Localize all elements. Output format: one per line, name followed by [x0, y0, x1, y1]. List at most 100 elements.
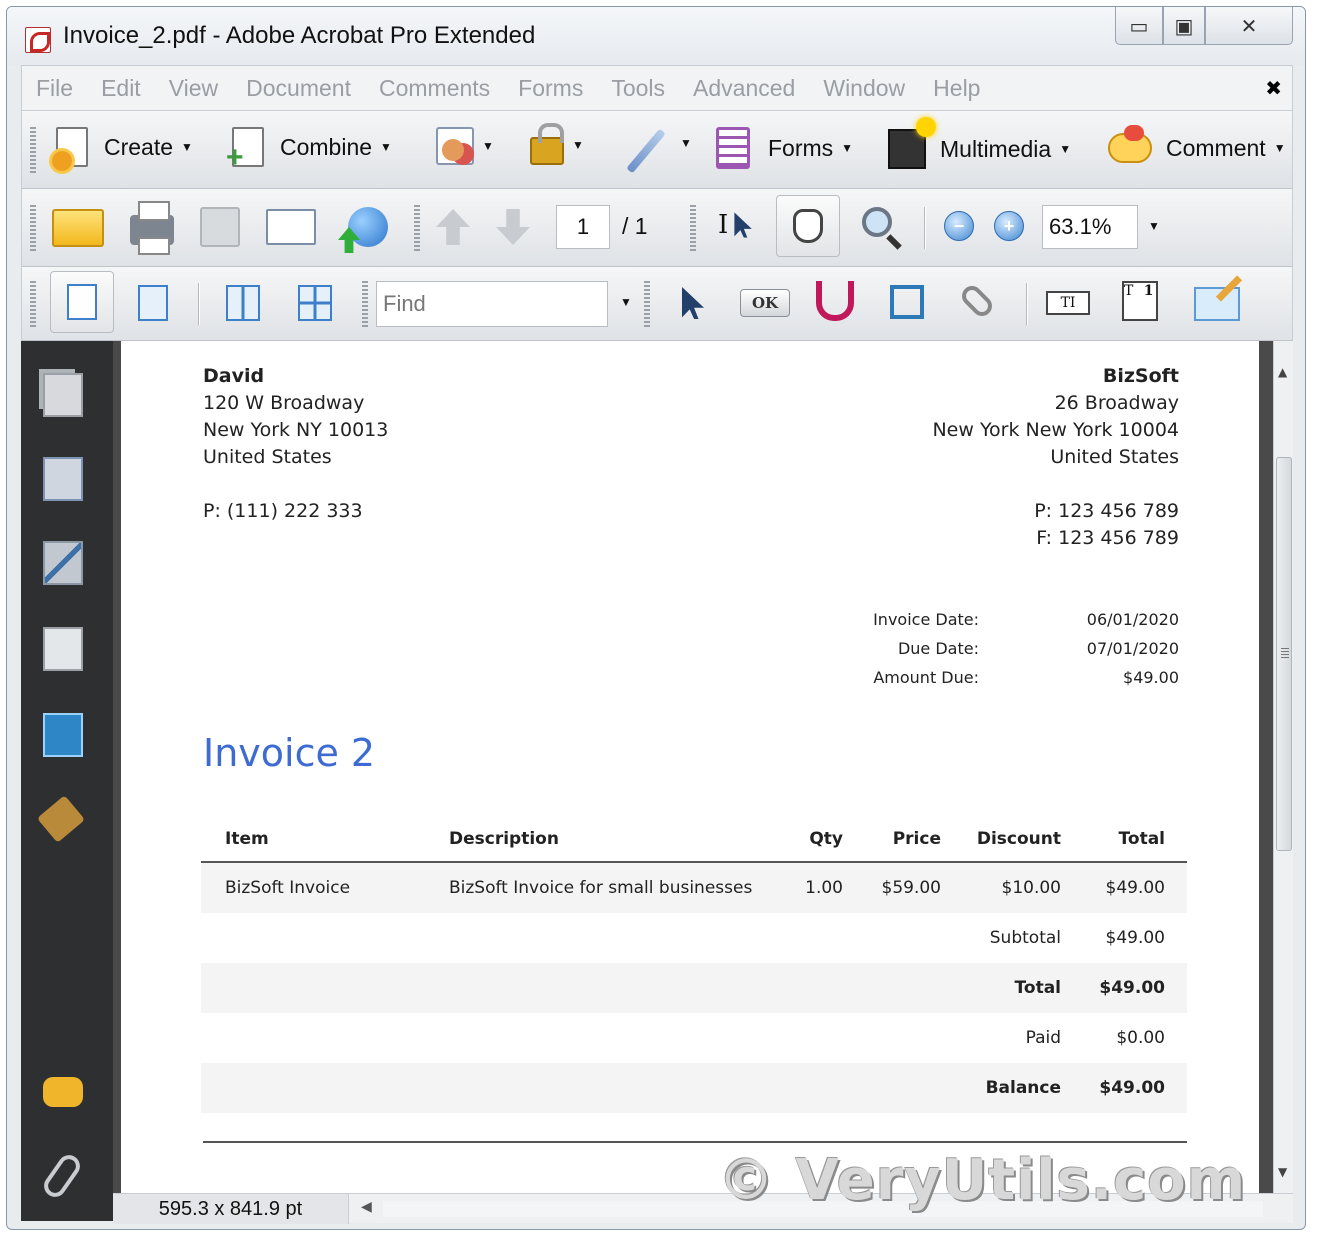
upload-web-button[interactable]: [348, 207, 388, 247]
title-bar[interactable]: Invoice_2.pdf - Adobe Acrobat Pro Extend…: [7, 7, 1305, 65]
zoom-field[interactable]: 63.1%: [1042, 205, 1138, 249]
menu-close-icon[interactable]: ✖: [1265, 76, 1282, 100]
balance-value: $49.00: [1099, 1078, 1165, 1098]
maximize-button[interactable]: ▣: [1163, 7, 1205, 45]
toolbar-grip[interactable]: [30, 205, 36, 251]
chevron-down-icon: ▼: [482, 139, 494, 153]
menu-advanced[interactable]: Advanced: [679, 75, 809, 102]
edit-document-button[interactable]: [1194, 287, 1240, 321]
invoice-title: Invoice 2: [203, 731, 376, 775]
signatures-panel-icon[interactable]: [43, 541, 83, 585]
fit-width-button[interactable]: [50, 271, 114, 333]
company-address-line2: New York New York 10004: [932, 419, 1179, 441]
two-page-button[interactable]: [226, 285, 260, 321]
toolbar-grip[interactable]: [362, 281, 368, 327]
chevron-down-icon: ▼: [1273, 141, 1286, 155]
create-button[interactable]: Create ▼: [52, 127, 193, 171]
customer-country: United States: [203, 446, 332, 468]
toolbar-grip[interactable]: [30, 281, 36, 327]
row-description: BizSoft Invoice for small businesses: [449, 878, 753, 898]
print-button[interactable]: [130, 201, 174, 255]
zoom-in-button[interactable]: +: [994, 211, 1024, 241]
toolbar-grip[interactable]: [414, 205, 420, 251]
multimedia-button[interactable]: Multimedia ▼: [888, 117, 1071, 169]
touchup-reading-order-button[interactable]: [816, 281, 854, 321]
model-tree-panel-icon[interactable]: [43, 713, 83, 757]
touchup-text-button[interactable]: T 1: [1122, 281, 1158, 321]
sign-button[interactable]: ▼: [620, 128, 692, 174]
email-button[interactable]: [266, 209, 316, 245]
menu-document[interactable]: Document: [232, 75, 365, 102]
fit-width-active: [50, 271, 114, 333]
pencil-edit-icon: [1194, 287, 1240, 321]
find-field[interactable]: Find: [376, 281, 608, 327]
scroll-down-icon[interactable]: ▼: [1278, 1165, 1287, 1179]
text-field-tool-button[interactable]: TI: [1046, 291, 1090, 315]
button-tool[interactable]: OK: [740, 289, 790, 317]
marquee-zoom-button[interactable]: [862, 207, 892, 237]
bookmarks-panel-icon[interactable]: [43, 457, 83, 501]
menu-forms[interactable]: Forms: [504, 75, 597, 102]
customer-address-line1: 120 W Broadway: [203, 392, 365, 414]
forms-button[interactable]: Forms ▼: [716, 127, 853, 169]
menu-comments[interactable]: Comments: [365, 75, 504, 102]
row-qty: 1.00: [805, 878, 843, 898]
acrobat-pdf-icon: [25, 27, 51, 53]
tag-icon[interactable]: [36, 795, 86, 843]
hand-tool-button[interactable]: [776, 195, 840, 257]
document-viewport[interactable]: David 120 W Broadway New York NY 10013 U…: [113, 341, 1273, 1193]
zoom-dropdown[interactable]: ▼: [1140, 219, 1160, 233]
navigation-pane: [21, 341, 113, 1221]
close-button[interactable]: ✕: [1205, 7, 1293, 45]
continuous-facing-button[interactable]: [298, 285, 332, 321]
company-address: BizSoft 26 Broadway New York New York 10…: [932, 363, 1179, 552]
row-discount: $10.00: [1001, 878, 1061, 898]
page-current-input[interactable]: 1: [556, 205, 610, 249]
minimize-button[interactable]: ▭: [1115, 7, 1163, 45]
scroll-up-icon[interactable]: ▲: [1278, 365, 1287, 379]
select-tool-button[interactable]: I: [718, 209, 754, 241]
zoom-value-input[interactable]: 63.1%: [1042, 205, 1138, 249]
company-phone: P: 123 456 789: [1034, 500, 1179, 522]
crop-button[interactable]: [890, 285, 924, 319]
menu-tools[interactable]: Tools: [597, 75, 679, 102]
comments-panel-icon[interactable]: [43, 1077, 83, 1107]
fit-page-button[interactable]: [138, 285, 168, 321]
toolbar-grip[interactable]: [644, 281, 650, 327]
chevron-down-icon: ▼: [680, 136, 692, 150]
find-dropdown[interactable]: ▼: [612, 295, 632, 309]
collaborate-button[interactable]: ▼: [436, 127, 494, 165]
menu-view[interactable]: View: [155, 75, 232, 102]
toolbar-grip[interactable]: [30, 127, 36, 173]
company-country: United States: [1050, 446, 1179, 468]
multimedia-icon: [888, 117, 936, 169]
link-tool-button[interactable]: [957, 281, 997, 321]
invoice-meta-labels: Invoice Date: Due Date: Amount Due:: [873, 605, 979, 692]
select-object-button[interactable]: [682, 287, 704, 319]
customer-address: David 120 W Broadway New York NY 10013 U…: [203, 363, 388, 525]
window-controls: ▭ ▣ ✕: [1115, 7, 1293, 47]
save-disk-icon: [200, 207, 240, 247]
menu-window[interactable]: Window: [809, 75, 919, 102]
scroll-left-icon[interactable]: ◀: [361, 1199, 372, 1215]
open-button[interactable]: [52, 209, 104, 247]
attachments-paperclip-icon[interactable]: [39, 1150, 85, 1202]
menu-file[interactable]: File: [22, 75, 87, 102]
menu-edit[interactable]: Edit: [87, 75, 155, 102]
scroll-thumb[interactable]: [1276, 457, 1292, 851]
subtotal-value: $49.00: [1105, 928, 1165, 948]
toolbar-grip[interactable]: [690, 205, 696, 251]
secure-button[interactable]: ▼: [530, 123, 584, 165]
touchup-text-number: 1: [1143, 283, 1154, 299]
vertical-scrollbar[interactable]: ▲ ▼: [1273, 341, 1293, 1193]
layers-panel-icon[interactable]: [43, 627, 83, 671]
zoom-out-button[interactable]: −: [944, 211, 974, 241]
combine-button[interactable]: + Combine ▼: [226, 127, 392, 174]
page-number-field[interactable]: 1: [556, 205, 610, 249]
find-input[interactable]: Find: [376, 281, 608, 327]
comment-button[interactable]: Comment ▼: [1108, 125, 1286, 163]
multimedia-label: Multimedia: [940, 135, 1052, 162]
pages-panel-icon[interactable]: [43, 373, 83, 417]
menu-help[interactable]: Help: [919, 75, 994, 102]
table-row: BizSoft Invoice BizSoft Invoice for smal…: [201, 863, 1187, 913]
